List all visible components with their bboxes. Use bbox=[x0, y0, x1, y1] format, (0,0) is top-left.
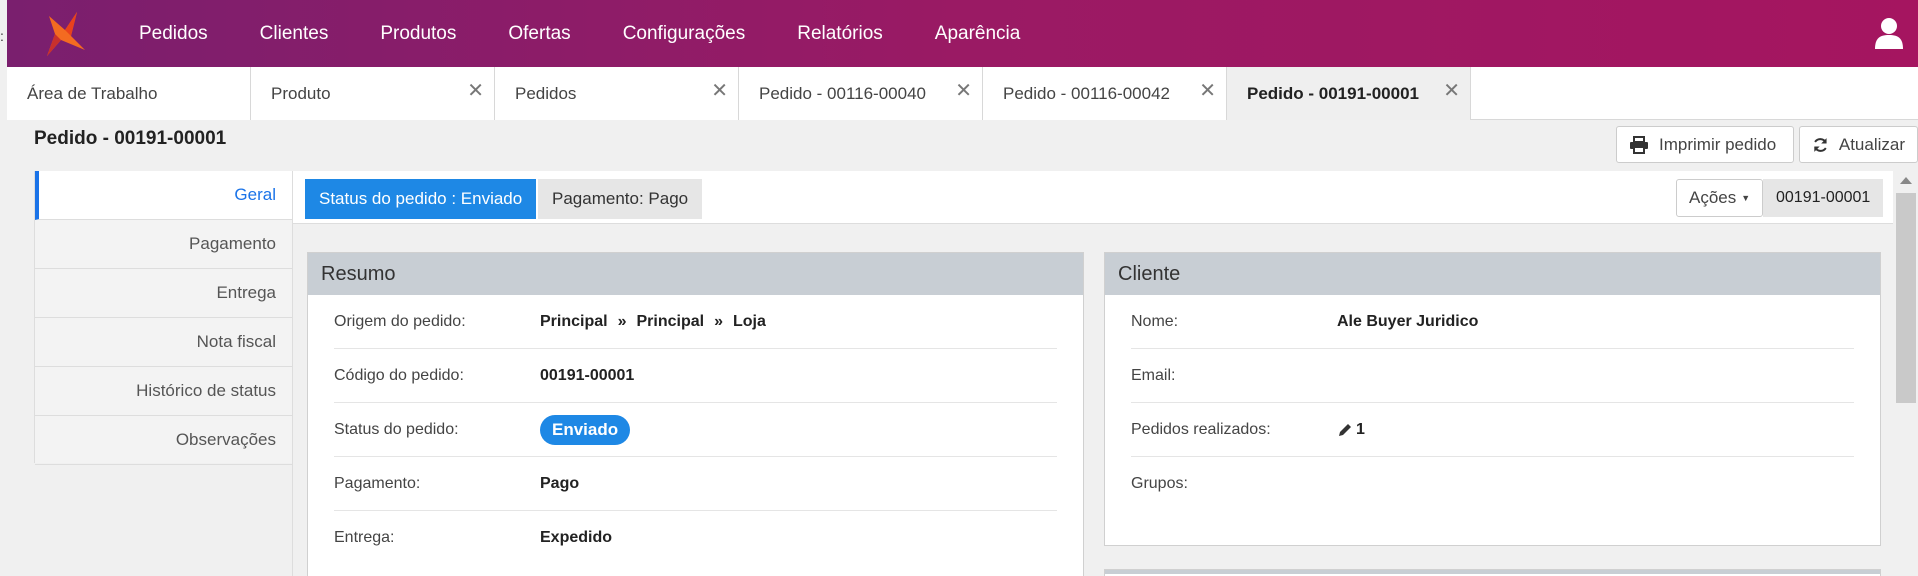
document-tabs: Área de Trabalho Produto ✕ Pedidos ✕ Ped… bbox=[7, 67, 1918, 120]
nav-clientes[interactable]: Clientes bbox=[234, 23, 355, 45]
pencil-icon bbox=[1339, 423, 1351, 436]
entrega-label: Entrega: bbox=[334, 529, 395, 546]
nav-ofertas[interactable]: Ofertas bbox=[482, 23, 596, 45]
origem-label: Origem do pedido: bbox=[334, 312, 466, 330]
nome-value: Ale Buyer Juridico bbox=[1337, 312, 1479, 330]
status-badge: Enviado bbox=[540, 414, 631, 445]
close-icon[interactable]: ✕ bbox=[711, 81, 728, 101]
scrollbar-thumb[interactable] bbox=[1896, 193, 1916, 403]
nav-relatorios[interactable]: Relatórios bbox=[771, 23, 909, 45]
tab-label: Pedido - 00116-00042 bbox=[1003, 83, 1170, 103]
breadcrumb-separator: » bbox=[714, 312, 723, 330]
customer-panel: Cliente Nome: Ale Buyer Juridico Email: … bbox=[1104, 252, 1881, 546]
printer-icon bbox=[1630, 135, 1648, 154]
tab-area-de-trabalho[interactable]: Área de Trabalho bbox=[7, 67, 251, 120]
order-sections-sidebar: Geral Pagamento Entrega Nota fiscal Hist… bbox=[34, 171, 292, 465]
row-pagamento: Pagamento: Pago bbox=[334, 457, 1057, 511]
tab-label: Área de Trabalho bbox=[27, 83, 158, 103]
print-order-label: Imprimir pedido bbox=[1659, 134, 1777, 154]
close-icon[interactable]: ✕ bbox=[1199, 81, 1216, 101]
origem-part: Principal bbox=[540, 312, 608, 330]
pagamento-value: Pago bbox=[540, 474, 580, 492]
summary-panel-title: Resumo bbox=[308, 253, 1083, 295]
summary-panel: Resumo Origem do pedido: Principal » Pri… bbox=[307, 252, 1084, 576]
origem-value: Principal » Principal » Loja bbox=[540, 313, 766, 331]
codigo-value: 00191-00001 bbox=[540, 366, 635, 384]
refresh-label: Atualizar bbox=[1838, 134, 1905, 154]
status-label: Status do pedido: bbox=[334, 420, 459, 438]
breadcrumb-separator: » bbox=[617, 312, 627, 330]
sidebar-item-geral[interactable]: Geral bbox=[35, 171, 292, 220]
payment-status-button[interactable]: Pagamento: Pago bbox=[538, 179, 703, 219]
close-icon[interactable]: ✕ bbox=[1443, 81, 1460, 101]
nav-configuracoes[interactable]: Configurações bbox=[597, 23, 772, 45]
sidebar-item-historico-status[interactable]: Histórico de status bbox=[35, 367, 292, 416]
actions-dropdown[interactable]: Ações ▼ bbox=[1676, 179, 1764, 217]
page-title: Pedido - 00191-00001 bbox=[34, 128, 227, 149]
sidebar-item-observacoes[interactable]: Observações bbox=[35, 416, 292, 465]
next-panel-edge bbox=[1104, 569, 1881, 576]
actions-label: Ações bbox=[1689, 188, 1737, 207]
top-navbar: Pedidos Clientes Produtos Ofertas Config… bbox=[7, 0, 1918, 67]
tab-pedido-00116-00040[interactable]: Pedido - 00116-00040 ✕ bbox=[739, 67, 983, 120]
nome-label: Nome: bbox=[1131, 312, 1179, 330]
row-origem: Origem do pedido: Principal » Principal … bbox=[334, 295, 1057, 349]
tab-produto[interactable]: Produto ✕ bbox=[251, 67, 495, 120]
window-edge-mark: : bbox=[0, 28, 4, 44]
tab-pedido-00116-00042[interactable]: Pedido - 00116-00042 ✕ bbox=[983, 67, 1227, 120]
nav-aparencia[interactable]: Aparência bbox=[909, 23, 1047, 45]
close-icon[interactable]: ✕ bbox=[467, 81, 484, 101]
tab-label: Pedido - 00191-00001 bbox=[1247, 83, 1419, 103]
refresh-icon bbox=[1814, 137, 1827, 152]
row-nome: Nome: Ale Buyer Juridico bbox=[1131, 295, 1854, 349]
tab-label: Pedido - 00116-00040 bbox=[759, 83, 926, 103]
pedidos-label: Pedidos realizados: bbox=[1131, 420, 1271, 438]
grupos-label: Grupos: bbox=[1131, 475, 1188, 492]
sidebar-item-entrega[interactable]: Entrega bbox=[35, 269, 292, 318]
pedidos-value[interactable]: 1 bbox=[1337, 421, 1365, 439]
caret-down-icon: ▼ bbox=[1741, 193, 1751, 203]
origem-part: Principal bbox=[636, 312, 705, 330]
row-status: Status do pedido: Enviado bbox=[334, 403, 1057, 457]
tab-label: Pedidos bbox=[515, 83, 577, 103]
pedidos-count: 1 bbox=[1356, 420, 1365, 438]
entrega-value: Expedido bbox=[540, 529, 613, 546]
sidebar-item-pagamento[interactable]: Pagamento bbox=[35, 220, 292, 269]
refresh-button[interactable]: Atualizar bbox=[1799, 126, 1918, 163]
codigo-label: Código do pedido: bbox=[334, 366, 464, 384]
row-entrega: Entrega: Expedido bbox=[334, 511, 1057, 565]
row-pedidos: Pedidos realizados: 1 bbox=[1131, 403, 1854, 457]
customer-panel-title: Cliente bbox=[1105, 253, 1880, 295]
nav-pedidos[interactable]: Pedidos bbox=[113, 23, 234, 45]
row-grupos: Grupos: bbox=[1131, 457, 1854, 511]
email-label: Email: bbox=[1131, 366, 1176, 384]
print-order-button[interactable]: Imprimir pedido bbox=[1616, 126, 1794, 163]
tab-pedidos[interactable]: Pedidos ✕ bbox=[495, 67, 739, 120]
order-code-badge: 00191-00001 bbox=[1763, 179, 1884, 217]
nav-produtos[interactable]: Produtos bbox=[354, 23, 482, 45]
origem-part: Loja bbox=[732, 312, 766, 330]
row-email: Email: bbox=[1131, 349, 1854, 403]
main-menu: Pedidos Clientes Produtos Ofertas Config… bbox=[113, 23, 1046, 45]
order-status-bar: Status do pedido : Enviado Pagamento: Pa… bbox=[293, 171, 1893, 224]
sidebar-item-nota-fiscal[interactable]: Nota fiscal bbox=[35, 318, 292, 367]
order-content: Status do pedido : Enviado Pagamento: Pa… bbox=[292, 171, 1893, 576]
brand-logo-icon[interactable] bbox=[37, 6, 93, 62]
order-status-button[interactable]: Status do pedido : Enviado bbox=[305, 179, 537, 219]
user-icon[interactable] bbox=[1874, 16, 1904, 50]
row-codigo: Código do pedido: 00191-00001 bbox=[334, 349, 1057, 403]
tab-pedido-00191-00001[interactable]: Pedido - 00191-00001 ✕ bbox=[1227, 67, 1471, 120]
scroll-up-arrow-icon[interactable] bbox=[1900, 177, 1912, 184]
tab-label: Produto bbox=[271, 83, 331, 103]
pagamento-label: Pagamento: bbox=[334, 474, 421, 492]
close-icon[interactable]: ✕ bbox=[955, 81, 972, 101]
